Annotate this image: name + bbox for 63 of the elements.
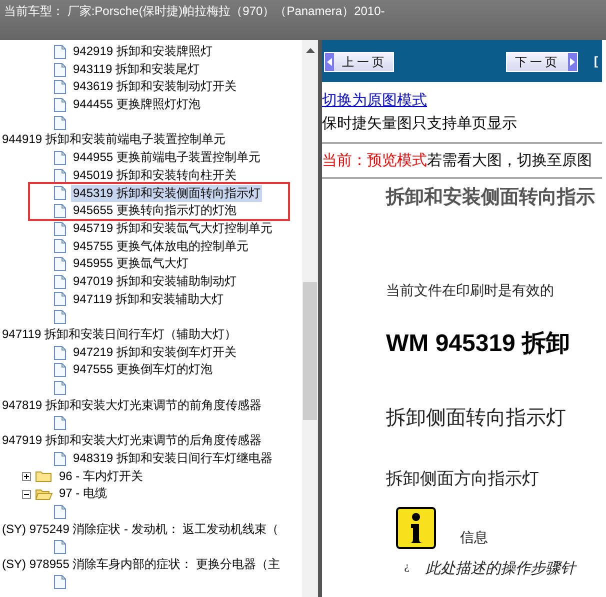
info-text: 此处描述的操作步骤针 [425, 558, 576, 578]
scrollbar-thumb[interactable] [303, 282, 317, 420]
document-icon [53, 344, 67, 361]
toolbar-link[interactable]: [ [594, 52, 598, 70]
document-header: 拆卸和安装侧面转向指示 [386, 184, 596, 210]
tree-item[interactable]: 947555 更换倒车灯的灯泡 [71, 361, 214, 380]
document-icon [53, 96, 67, 113]
document-title: WM 945319 拆卸 [386, 329, 572, 359]
document-icon [53, 220, 67, 237]
switch-mode-link[interactable]: 切换为原图模式 [322, 92, 427, 109]
tree-item[interactable]: 945755 更换气体放电的控制单元 [71, 238, 250, 256]
expand-icon[interactable] [22, 472, 31, 481]
vehicle-model-title: 当前车型： 厂家:Porsche(保时捷)帕拉梅拉（970）（Panamera）2010- [4, 4, 385, 18]
folder-icon [35, 469, 53, 484]
document-icon [53, 62, 67, 78]
tree-item[interactable]: 947119 拆卸和安装日间行车灯（辅助大灯） [0, 326, 238, 344]
document-icon [53, 168, 67, 184]
section-subheading: 拆卸侧面方向指示灯 [386, 468, 540, 491]
tree-item[interactable]: 945019 拆卸和安装转向柱开关 [71, 166, 238, 185]
bullet-mark: ¿ [404, 561, 410, 576]
tree-folder[interactable]: 97 - 电缆 [57, 485, 110, 503]
tree-item[interactable]: 947819 拆卸和安装大灯光束调节的前角度传感器 [0, 396, 264, 414]
tree-item[interactable]: 945719 拆卸和安装氙气大灯控制单元 [71, 220, 274, 238]
tree-item[interactable]: 945955 更换氙气大灯 [71, 255, 190, 273]
tree-folder[interactable]: 96 - 车内灯开关 [57, 468, 146, 486]
vector-note: 保时捷矢量图只支持单页显示 [322, 114, 518, 134]
document-icon [53, 238, 67, 254]
previous-page-button[interactable]: 上一页 [324, 52, 394, 72]
tree-item[interactable]: 944955 更换前端电子装置控制单元 [71, 149, 262, 167]
document-icon [53, 291, 67, 308]
tree-item[interactable]: 947219 拆卸和安装倒车灯开关 [71, 344, 238, 362]
info-label: 信息 [460, 528, 488, 548]
document-icon [53, 44, 67, 60]
tree-item[interactable]: (SY) 978955 消除车身内部的症状： 更换分电器（主 [0, 556, 282, 574]
document-icon [53, 274, 67, 290]
tree-item[interactable]: 943119 拆卸和安装尾灯 [71, 60, 202, 78]
document-icon [53, 79, 67, 96]
tree-item[interactable]: 945319 拆卸和安装侧面转向指示灯 [71, 184, 262, 202]
validity-note: 当前文件在印刷时是有效的 [386, 282, 555, 301]
up-arrow-icon[interactable] [306, 48, 315, 53]
tree-item[interactable]: 947119 拆卸和安装辅助大灯 [71, 290, 226, 308]
document-icon [53, 185, 67, 202]
tree-item[interactable]: 945655 更换转向指示灯的灯泡 [71, 202, 238, 220]
mode-notice: 当前：预览模式若需看大图，切换至原图 [322, 142, 602, 178]
document-icon [53, 150, 67, 166]
scrollbar[interactable] [302, 40, 318, 597]
tree-item[interactable]: 947019 拆卸和安装辅助制动灯 [71, 272, 238, 291]
tree-item[interactable]: (SY) 975249 消除症状 - 发动机： 返工发动机线束（ [0, 520, 281, 538]
tree-item[interactable]: 944455 更换牌照灯灯泡 [71, 96, 202, 114]
collapse-icon[interactable] [22, 490, 31, 499]
document-icon [53, 450, 67, 467]
section-heading: 拆卸侧面转向指示灯 [386, 404, 567, 431]
open-folder-icon [35, 487, 53, 502]
document-icon [53, 362, 67, 378]
info-icon [396, 506, 436, 548]
tree-item[interactable]: 947919 拆卸和安装大灯光束调节的后角度传感器 [0, 432, 264, 450]
tree-item[interactable]: 943619 拆卸和安装制动灯开关 [71, 78, 238, 96]
tree-item[interactable]: 948319 拆卸和安装日间行车灯继电器 [71, 450, 274, 468]
next-page-button[interactable]: 下一页 [506, 52, 578, 72]
document-icon [53, 256, 67, 272]
tree-item[interactable]: 944919 拆卸和安装前端电子装置控制单元 [0, 131, 228, 150]
document-icon [53, 203, 67, 220]
tree-item[interactable]: 942919 拆卸和安装牌照灯 [71, 43, 214, 61]
